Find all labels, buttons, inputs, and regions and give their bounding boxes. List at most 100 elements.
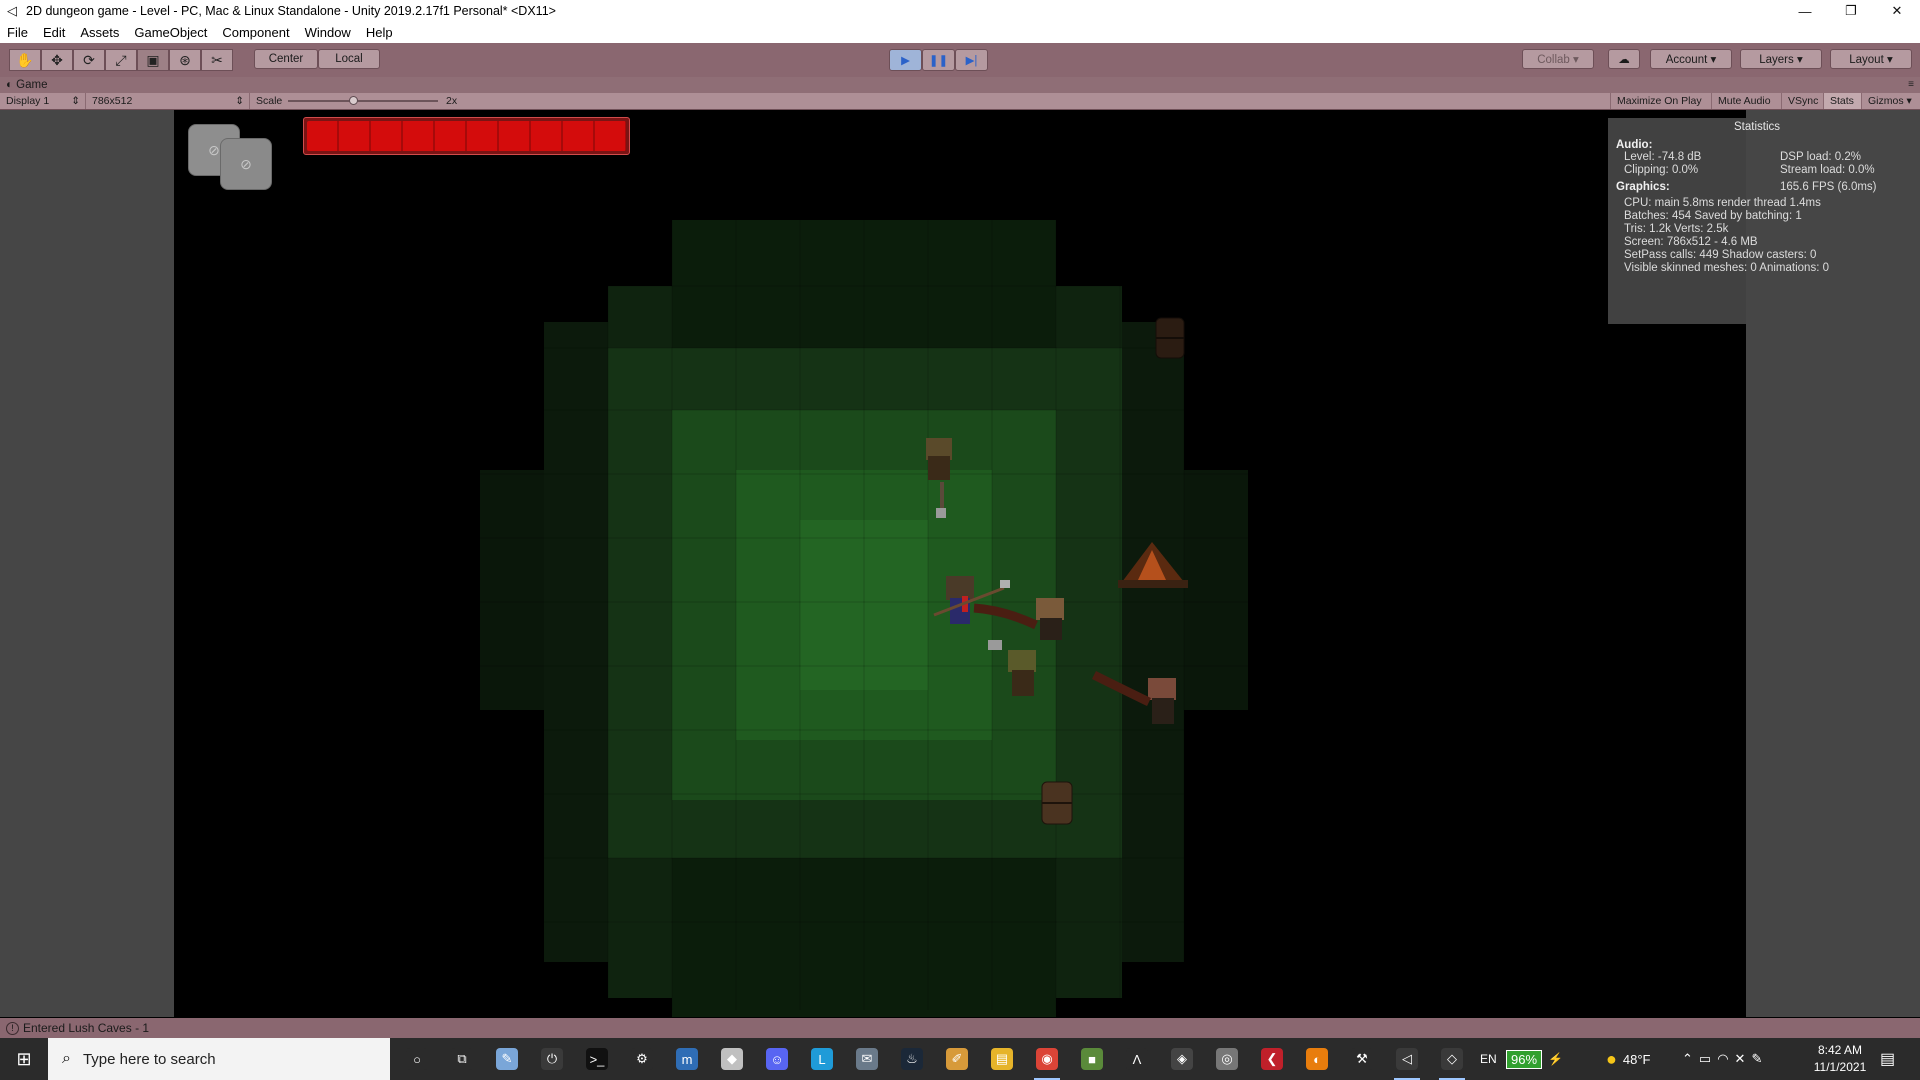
windows-start-icon[interactable]: ⊞ <box>0 1038 48 1080</box>
menu-gameobject[interactable]: GameObject <box>134 25 207 40</box>
move-tool-icon[interactable]: ✥ <box>41 49 73 71</box>
scale-slider-knob[interactable] <box>349 96 358 105</box>
taskbar-clock[interactable]: 8:42 AM 11/1/2021 <box>1800 1042 1880 1076</box>
pause-button[interactable]: ❚❚ <box>922 49 955 71</box>
rect-tool-icon[interactable]: ▣ <box>137 49 169 71</box>
notification-icon[interactable]: ▤ <box>1880 1038 1895 1080</box>
pivot-local-button[interactable]: Local <box>318 49 380 69</box>
game-app-icon-glyph: ◆ <box>721 1048 743 1070</box>
paint-app-icon[interactable]: ✎ <box>492 1044 522 1074</box>
status-bar[interactable]: ! Entered Lush Caves - 1 <box>0 1018 1920 1038</box>
power-app-icon-glyph: ⏻ <box>541 1048 563 1070</box>
stats-screen: Screen: 786x512 - 4.6 MB <box>1624 236 1758 248</box>
pivot-center-button[interactable]: Center <box>254 49 318 69</box>
close-button[interactable]: ✕ <box>1874 0 1920 22</box>
battery-percent: 96% <box>1506 1049 1543 1069</box>
game-app-icon[interactable]: ◆ <box>717 1044 747 1074</box>
game-viewport[interactable]: ⊘ ⊘ <box>174 110 1746 1017</box>
gizmos-dropdown[interactable]: Gizmos ▾ <box>1862 93 1920 109</box>
display-icon: ▭ <box>1698 1051 1718 1066</box>
step-button[interactable]: ▶| <box>955 49 988 71</box>
account-dropdown[interactable]: Account ▾ <box>1650 49 1732 69</box>
weather-widget[interactable]: ● 48°F <box>1606 1038 1650 1080</box>
taskbar-search[interactable]: ⌕ Type here to search <box>48 1038 390 1080</box>
cloud-icon: ☁ <box>1618 54 1630 66</box>
blender-icon[interactable]: ◐ <box>1302 1044 1332 1074</box>
steam-icon[interactable]: ♨ <box>897 1044 927 1074</box>
cloud-button[interactable]: ☁ <box>1608 49 1640 69</box>
paint-app-icon-glyph: ✎ <box>496 1048 518 1070</box>
musescore-icon-glyph: m <box>676 1048 698 1070</box>
note-app-icon-glyph: ✐ <box>946 1048 968 1070</box>
language-indicator[interactable]: EN <box>1480 1038 1497 1080</box>
inventory-slot-2[interactable]: ⊘ <box>220 138 272 190</box>
stats-toggle[interactable]: Stats <box>1824 93 1862 109</box>
menu-component[interactable]: Component <box>222 25 289 40</box>
l-app-icon[interactable]: L <box>807 1044 837 1074</box>
mail-app-icon[interactable]: ✉ <box>852 1044 882 1074</box>
minimize-button[interactable]: — <box>1782 0 1828 22</box>
musescore-icon[interactable]: m <box>672 1044 702 1074</box>
stats-clipping: Clipping: 0.0% <box>1624 164 1699 176</box>
battery-indicator[interactable]: 96% ⚡ <box>1506 1038 1563 1080</box>
viewport-letterbox-left <box>0 110 174 1017</box>
menu-window[interactable]: Window <box>305 25 351 40</box>
collab-label: Collab ▾ <box>1537 54 1579 66</box>
power-app-icon[interactable]: ⏻ <box>537 1044 567 1074</box>
scale-tool-icon[interactable]: ⤢ <box>105 49 137 71</box>
play-button[interactable]: ▶ <box>889 49 922 71</box>
gimp-icon[interactable]: ◎ <box>1212 1044 1242 1074</box>
pen-icon: ✎ <box>1751 1051 1769 1066</box>
discord-icon[interactable]: ☺ <box>762 1044 792 1074</box>
tab-game[interactable]: ◐ Game <box>6 77 47 93</box>
vector-app-icon[interactable]: Λ <box>1122 1044 1152 1074</box>
file-explorer-icon-glyph: ▤ <box>991 1048 1013 1070</box>
vsync-toggle[interactable]: VSync <box>1782 93 1824 109</box>
minecraft-icon[interactable]: ■ <box>1077 1044 1107 1074</box>
layout-dropdown[interactable]: Layout ▾ <box>1830 49 1912 69</box>
game-scene <box>480 220 1248 1017</box>
git-app-icon[interactable]: ◇ <box>1437 1044 1467 1080</box>
menu-file[interactable]: File <box>7 25 28 40</box>
unity-hub-icon[interactable]: ◈ <box>1167 1044 1197 1074</box>
red-app-icon[interactable]: ❮ <box>1257 1044 1287 1074</box>
layers-dropdown[interactable]: Layers ▾ <box>1740 49 1822 69</box>
plug-icon: ⚡ <box>1548 1052 1563 1066</box>
vector-app-icon-glyph: Λ <box>1126 1048 1148 1070</box>
custom-tool-icon[interactable]: ✂ <box>201 49 233 71</box>
blender-icon-glyph: ◐ <box>1306 1048 1328 1070</box>
restore-button[interactable]: ❐ <box>1828 0 1874 22</box>
tool-app-icon[interactable]: ⚒ <box>1347 1044 1377 1074</box>
clock-time: 8:42 AM <box>1817 1043 1863 1057</box>
transform-tool-icon[interactable]: ⊛ <box>169 49 201 71</box>
menu-edit[interactable]: Edit <box>43 25 65 40</box>
menu-help[interactable]: Help <box>366 25 393 40</box>
resolution-dropdown[interactable]: 786x512 ⇕ <box>86 93 250 109</box>
window-title: 2D dungeon game - Level - PC, Mac & Linu… <box>26 4 556 18</box>
system-tray-icons[interactable]: ⌃ ▭ ◠ ✕ ✎ <box>1682 1038 1768 1080</box>
collab-button[interactable]: Collab ▾ <box>1522 49 1594 69</box>
window-titlebar: ◁ 2D dungeon game - Level - PC, Mac & Li… <box>0 0 1920 22</box>
display-dropdown[interactable]: Display 1 ⇕ <box>0 93 86 109</box>
scale-label: Scale <box>256 95 283 107</box>
unity-icon[interactable]: ◁ <box>1392 1044 1422 1080</box>
task-view-icon[interactable]: ⧉ <box>447 1044 477 1074</box>
terminal-icon[interactable]: >_ <box>582 1044 612 1074</box>
chrome-icon-glyph: ◉ <box>1036 1048 1058 1070</box>
hand-tool-icon[interactable]: ✋ <box>9 49 41 71</box>
display-label: Display 1 <box>6 95 50 107</box>
tab-game-label: Game <box>16 79 48 91</box>
chrome-icon[interactable]: ◉ <box>1032 1044 1062 1080</box>
scale-slider-track[interactable] <box>288 100 438 102</box>
maximize-on-play-toggle[interactable]: Maximize On Play <box>1610 93 1712 109</box>
rotate-tool-icon[interactable]: ⟳ <box>73 49 105 71</box>
mute-audio-toggle[interactable]: Mute Audio <box>1712 93 1782 109</box>
note-app-icon[interactable]: ✐ <box>942 1044 972 1074</box>
menu-assets[interactable]: Assets <box>80 25 119 40</box>
cortana-icon[interactable]: ○ <box>402 1044 432 1074</box>
settings-icon[interactable]: ⚙ <box>627 1044 657 1074</box>
windows-taskbar: ⊞ ⌕ Type here to search ○ ⧉ ✎ ⏻ >_ ⚙ m ◆ ☺ L ✉ ♨ ✐ ▤ ◉… <box>0 1038 1920 1080</box>
file-explorer-icon[interactable]: ▤ <box>987 1044 1017 1074</box>
unity-icon-glyph: ◁ <box>1396 1048 1418 1070</box>
tab-menu-icon[interactable]: ≡ <box>1908 77 1914 93</box>
